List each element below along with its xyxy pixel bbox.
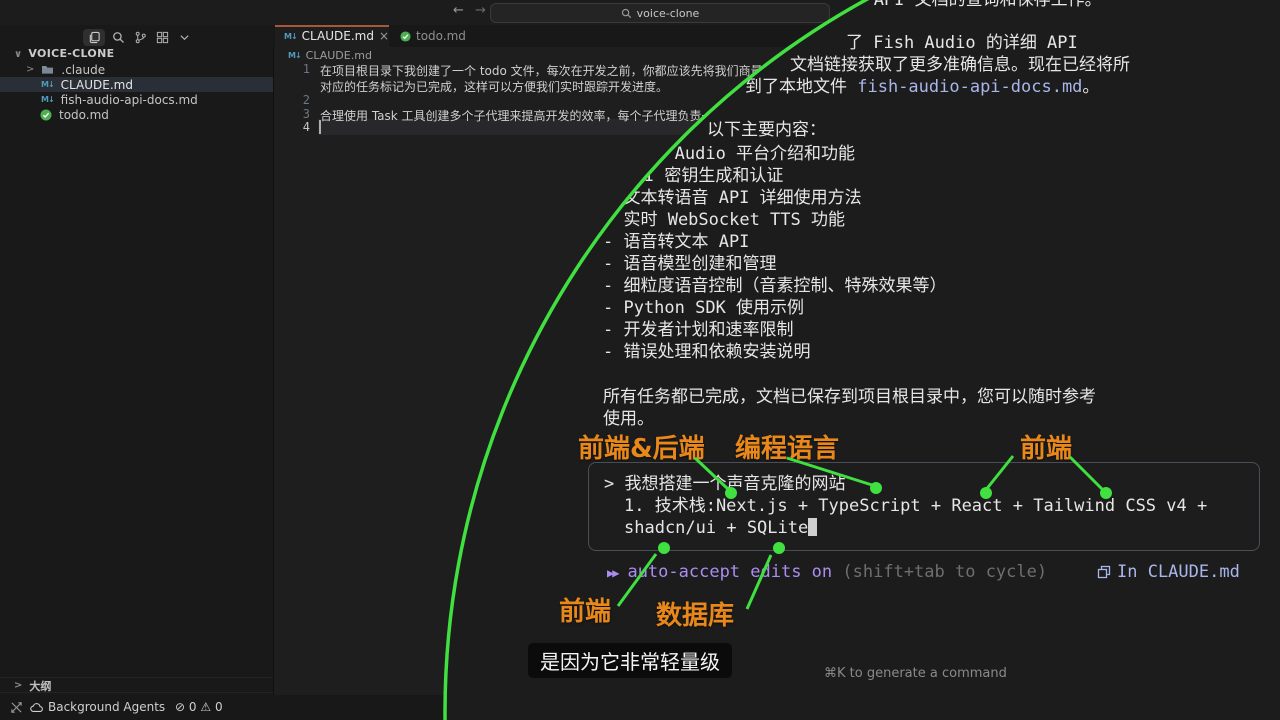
copy-icon [1097, 565, 1111, 579]
file-label: CLAUDE.md [61, 78, 133, 92]
terminal-cursor [808, 518, 817, 536]
cmdk-hint: ⌘K to generate a command [824, 666, 1007, 681]
sidebar-search-icon[interactable] [107, 29, 129, 46]
app-window: ← → voice-clone ∨VOICE-CLONE > .claud [0, 0, 1280, 720]
chat-summary: 所有任务都已完成，文档已保存到项目根目录中，您可以随时参考 [603, 386, 1096, 408]
chat-summary: 使用。 [603, 408, 654, 430]
check-circle-icon [400, 31, 411, 42]
tab-todo-md[interactable]: todo.md [391, 25, 479, 47]
chat-bullet: - 语音转文本 API [603, 231, 749, 253]
line-number: 2 [284, 93, 310, 107]
chat-bullet: - 细粒度语音控制（音素控制、特殊效果等） [603, 275, 946, 297]
prompt-line: > 我想搭建一个声音克隆的网站 [604, 473, 845, 495]
line-number: 4 [284, 120, 310, 134]
file-label: fish-audio-api-docs.md [61, 93, 198, 107]
file-label: todo.md [59, 108, 109, 122]
video-subtitle: 是因为它非常轻量级 [528, 643, 732, 678]
line-number: 3 [284, 107, 310, 121]
close-icon[interactable]: × [379, 29, 389, 43]
search-value: voice-clone [637, 7, 700, 20]
tab-label: todo.md [416, 29, 466, 43]
line-number: 1 [284, 62, 310, 76]
markdown-icon: M↓ [41, 80, 54, 89]
sidebar-item-claude-folder[interactable]: > .claude [0, 62, 273, 77]
chevron-down-icon: ∨ [14, 49, 22, 60]
chat-bullet: - Fish Audio 平台介绍和功能 [603, 143, 855, 165]
check-circle-icon [40, 109, 52, 121]
chat-line: io API 文档的查询和保存工作。 [843, 0, 1102, 11]
chevron-right-icon: > [26, 64, 34, 75]
prompt-line: shadcn/ui + SQLite [624, 517, 817, 539]
chat-line: 到了本地文件 fish-audio-api-docs.md。 [745, 76, 1099, 98]
chat-bullet: - 实时 WebSocket TTS 功能 [603, 209, 845, 231]
breadcrumb[interactable]: M↓ CLAUDE.md [288, 49, 372, 62]
annotation-label-database: 数据库 [656, 595, 734, 632]
auto-accept-hint: (shift+tab to cycle) [842, 562, 1047, 582]
auto-accept-status: ▶▶auto-accept edits on (shift+tab to cyc… [607, 561, 1047, 584]
warning-icon: ⚠ [200, 700, 211, 714]
chevron-right-icon: > [14, 680, 22, 691]
active-tab-indicator [275, 25, 389, 27]
in-file-indicator: In CLAUDE.md [1097, 561, 1240, 583]
file-link[interactable]: fish-audio-api-docs.md [857, 77, 1082, 97]
chat-bullet: - 语音模型创建和管理 [603, 253, 776, 275]
workspace-title[interactable]: ∨VOICE-CLONE [14, 47, 114, 60]
source-control-icon[interactable] [129, 29, 151, 46]
markdown-icon: M↓ [41, 95, 54, 104]
editor-line: 对应的任务标记为已完成，这样可以方便我们实时跟踪开发进度。 [320, 78, 668, 95]
background-agents-item[interactable]: Background Agents [48, 700, 165, 714]
chat-heading: 以下主要内容： [707, 119, 826, 141]
annotation-label-language: 编程语言 [735, 428, 839, 465]
search-icon [621, 8, 632, 19]
file-label: .claude [61, 63, 105, 77]
markdown-icon: M↓ [288, 51, 301, 60]
outline-section[interactable]: >大纲 [0, 677, 273, 693]
cloud-icon [30, 702, 44, 713]
annotation-label-frontend-bottom: 前端 [559, 591, 611, 628]
sidebar-item-todo-md[interactable]: todo.md [0, 107, 273, 122]
chat-bullet: - 错误处理和依赖安装说明 [603, 341, 810, 363]
annotation-label-frontend-top: 前端 [1020, 428, 1072, 465]
chat-line: 了 Fish Audio 的详细 API [846, 32, 1078, 54]
chat-bullet: - Python SDK 使用示例 [603, 297, 804, 319]
problems-item[interactable]: ⊘ 0 ⚠ 0 [175, 700, 223, 714]
extensions-icon[interactable] [151, 29, 173, 46]
explorer-sidebar: ∨VOICE-CLONE > .claude M↓ CLAUDE.md M↓ f… [0, 25, 274, 695]
sidebar-item-claude-md[interactable]: M↓ CLAUDE.md [0, 77, 273, 92]
remote-window-icon[interactable] [10, 701, 23, 714]
tab-label: CLAUDE.md [302, 29, 374, 43]
nav-back-icon[interactable]: ← [453, 3, 464, 18]
annotation-label-frontend-backend: 前端&后端 [578, 428, 705, 465]
chat-bullet: - 文本转语音 API 详细使用方法 [603, 187, 862, 209]
breadcrumb-file: CLAUDE.md [306, 49, 372, 62]
prompt-line: 1. 技术栈:Next.js + TypeScript + React + Ta… [624, 495, 1207, 517]
error-icon: ⊘ [175, 700, 185, 714]
folder-icon [41, 64, 54, 75]
markdown-icon: M↓ [284, 32, 297, 41]
chat-bullet: - 开发者计划和速率限制 [603, 319, 793, 341]
double-play-icon: ▶▶ [607, 566, 617, 580]
nav-forward-icon[interactable]: → [475, 3, 486, 18]
tab-claude-md[interactable]: M↓ CLAUDE.md × [275, 25, 389, 47]
sidebar-item-fish-audio-docs[interactable]: M↓ fish-audio-api-docs.md [0, 92, 273, 107]
chat-bullet: - API 密钥生成和认证 [603, 165, 783, 187]
more-actions-chevron-icon[interactable] [173, 29, 195, 46]
chat-line: 文档链接获取了更多准确信息。现在已经将所 [790, 54, 1130, 76]
command-search-box[interactable]: voice-clone [490, 3, 830, 23]
explorer-copy-icon[interactable] [83, 29, 105, 46]
